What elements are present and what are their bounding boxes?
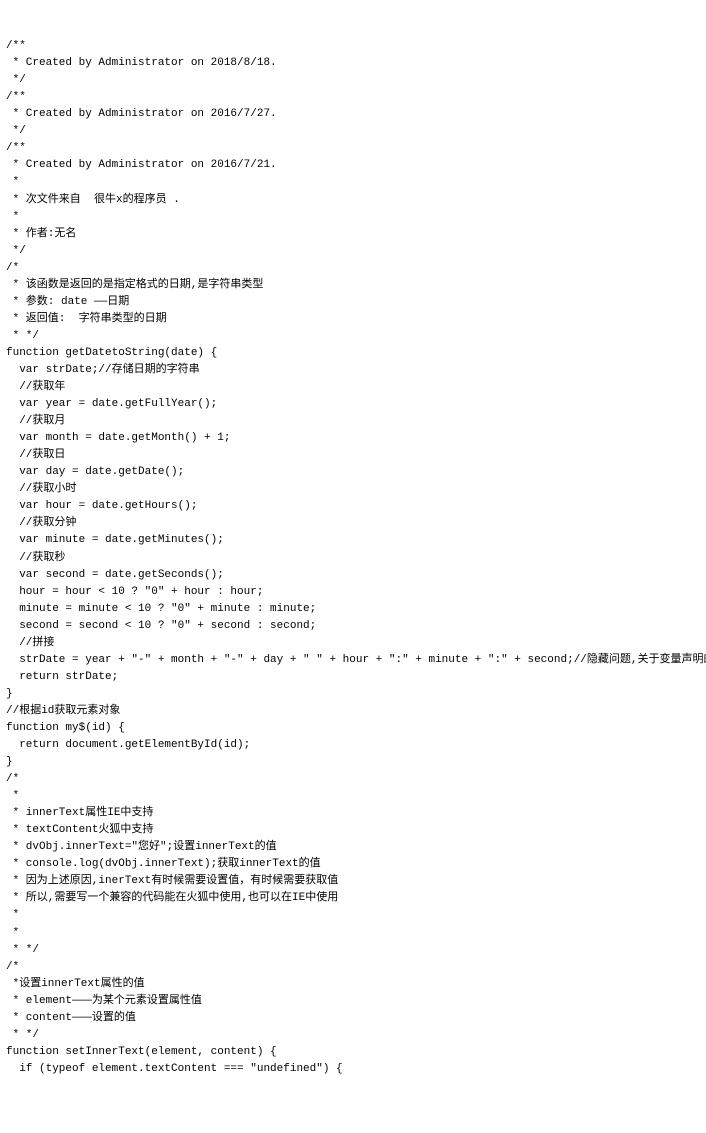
code-block: /** * Created by Administrator on 2018/8… [6, 38, 700, 1078]
